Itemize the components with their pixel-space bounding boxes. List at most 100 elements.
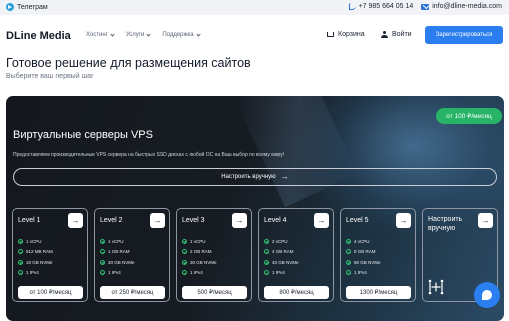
arrow-right-icon[interactable]: →: [478, 213, 493, 228]
check-icon: [100, 249, 105, 255]
spec-item: 1 vCPU: [18, 236, 53, 247]
nav-services-label: Услуги: [125, 32, 145, 38]
arrow-right-icon[interactable]: →: [396, 213, 411, 228]
check-icon: [18, 270, 23, 276]
spec-text: 30 GB NVMe: [190, 259, 217, 265]
chevron-down-icon: [146, 31, 151, 37]
page-subtitle: Выберите ваш первый шаг: [6, 73, 94, 80]
spec-text: 10 GB NVMe: [26, 259, 53, 265]
check-icon: [346, 259, 351, 265]
spec-item: 4 GB RAM: [264, 247, 299, 258]
logo[interactable]: DLine Media: [6, 30, 71, 42]
spec-item: 512 MB RAM: [18, 247, 53, 258]
cart-link[interactable]: Корзина: [327, 31, 365, 38]
check-icon: [100, 270, 105, 276]
spec-item: 1 IPv4: [182, 268, 217, 279]
spec-item: 8 GB RAM: [346, 247, 381, 258]
register-button[interactable]: Зарегистрироваться: [425, 26, 503, 44]
check-icon: [18, 259, 23, 265]
phone-number: +7 985 664 05 14: [358, 3, 414, 10]
check-icon: [264, 249, 269, 255]
phone-link[interactable]: +7 985 664 05 14: [348, 3, 414, 10]
spec-text: 2 vCPU: [272, 238, 288, 244]
configure-manually-button[interactable]: Настроить вручную →: [13, 168, 497, 186]
level-card-5[interactable]: Level 5 → 4 vCPU 8 GB RAM 60 GB NVMe 1 I…: [340, 208, 416, 302]
check-icon: [264, 270, 269, 276]
spec-list: 1 vCPU 1 GB RAM 20 GB NVMe 1 IPv4: [100, 236, 135, 278]
spec-list: 4 vCPU 8 GB RAM 60 GB NVMe 1 IPv4: [346, 236, 381, 278]
level-card-4[interactable]: Level 4 → 2 vCPU 4 GB RAM 40 GB NVMe 1 I…: [258, 208, 334, 302]
nav-hosting-label: Хостинг: [86, 32, 108, 38]
spec-list: 1 vCPU 512 MB RAM 10 GB NVMe 1 IPv4: [18, 236, 53, 278]
cart-icon: [327, 32, 334, 37]
check-icon: [18, 238, 23, 244]
check-icon: [18, 249, 23, 255]
spec-item: 60 GB NVMe: [346, 257, 381, 268]
chevron-down-icon: [110, 31, 115, 37]
nav-hosting[interactable]: Хостинг: [86, 31, 115, 38]
spec-text: 1 vCPU: [26, 238, 42, 244]
spec-text: 2 GB RAM: [190, 249, 212, 255]
mail-icon: [421, 3, 430, 10]
email-link[interactable]: info@dline-media.com: [421, 3, 502, 10]
spec-text: 1 IPv4: [26, 270, 39, 276]
spec-item: 4 vCPU: [346, 236, 381, 247]
telegram-icon: [6, 3, 14, 11]
spec-item: 1 vCPU: [182, 236, 217, 247]
level-card-3[interactable]: Level 3 → 1 vCPU 2 GB RAM 30 GB NVMe 1 I…: [176, 208, 252, 302]
vps-card: от 100 ₽/месяц Виртуальные серверы VPS П…: [6, 96, 504, 321]
spec-item: 40 GB NVMe: [264, 257, 299, 268]
spec-text: 4 vCPU: [354, 238, 370, 244]
levels-row: Level 1 → 1 vCPU 512 MB RAM 10 GB NVMe 1…: [12, 208, 498, 302]
check-icon: [346, 238, 351, 244]
spec-item: 1 IPv4: [18, 268, 53, 279]
spec-text: 1 IPv4: [272, 270, 285, 276]
spec-item: 1 IPv4: [346, 268, 381, 279]
arrow-right-icon: →: [280, 172, 289, 181]
telegram-label: Телеграм: [17, 3, 48, 11]
spec-item: 20 GB NVMe: [100, 257, 135, 268]
level-card-1[interactable]: Level 1 → 1 vCPU 512 MB RAM 10 GB NVMe 1…: [12, 208, 88, 302]
spec-text: 4 GB RAM: [272, 249, 294, 255]
price-button[interactable]: 800 ₽/месяц: [264, 286, 329, 299]
price-button[interactable]: 1300 ₽/месяц: [346, 286, 411, 299]
price-button[interactable]: от 250 ₽/месяц: [100, 286, 165, 299]
level-name: Level 2: [100, 217, 123, 224]
page-title: Готовое решение для размещения сайтов: [6, 56, 251, 70]
nav-support[interactable]: Поддержка: [162, 31, 201, 38]
user-icon: [381, 31, 388, 38]
spec-text: 512 MB RAM: [26, 249, 53, 255]
arrow-right-icon[interactable]: →: [314, 213, 329, 228]
spec-text: 20 GB NVMe: [108, 259, 135, 265]
chat-icon[interactable]: [474, 282, 500, 308]
spec-list: 2 vCPU 4 GB RAM 40 GB NVMe 1 IPv4: [264, 236, 299, 278]
spec-text: 1 IPv4: [190, 270, 203, 276]
price-button[interactable]: 500 ₽/месяц: [182, 286, 247, 299]
arrow-right-icon[interactable]: →: [150, 213, 165, 228]
level-card-2[interactable]: Level 2 → 1 vCPU 1 GB RAM 20 GB NVMe 1 I…: [94, 208, 170, 302]
vps-title: Виртуальные серверы VPS: [13, 129, 153, 141]
nav-services[interactable]: Услуги: [125, 31, 151, 38]
configure-label: Настроить вручную: [221, 174, 276, 180]
header: DLine Media Хостинг Услуги Поддержка Кор…: [0, 22, 509, 50]
telegram-link[interactable]: Телеграм: [6, 3, 48, 11]
spec-text: 40 GB NVMe: [272, 259, 299, 265]
phone-icon: [348, 3, 356, 10]
price-button[interactable]: от 100 ₽/месяц: [18, 286, 83, 299]
check-icon: [182, 238, 187, 244]
arrow-right-icon[interactable]: →: [232, 213, 247, 228]
level-name: Level 4: [264, 217, 287, 224]
check-icon: [182, 270, 187, 276]
spec-item: 1 GB RAM: [100, 247, 135, 258]
login-link[interactable]: Войти: [381, 31, 412, 38]
email-address: info@dline-media.com: [432, 3, 502, 10]
check-icon: [100, 259, 105, 265]
spec-list: 1 vCPU 2 GB RAM 30 GB NVMe 1 IPv4: [182, 236, 217, 278]
spec-text: 1 vCPU: [108, 238, 124, 244]
level-name: Level 3: [182, 217, 205, 224]
configurator-icon: [428, 279, 444, 295]
login-label: Войти: [392, 31, 412, 38]
level-name: Level 1: [18, 217, 41, 224]
arrow-right-icon[interactable]: →: [68, 213, 83, 228]
check-icon: [346, 249, 351, 255]
